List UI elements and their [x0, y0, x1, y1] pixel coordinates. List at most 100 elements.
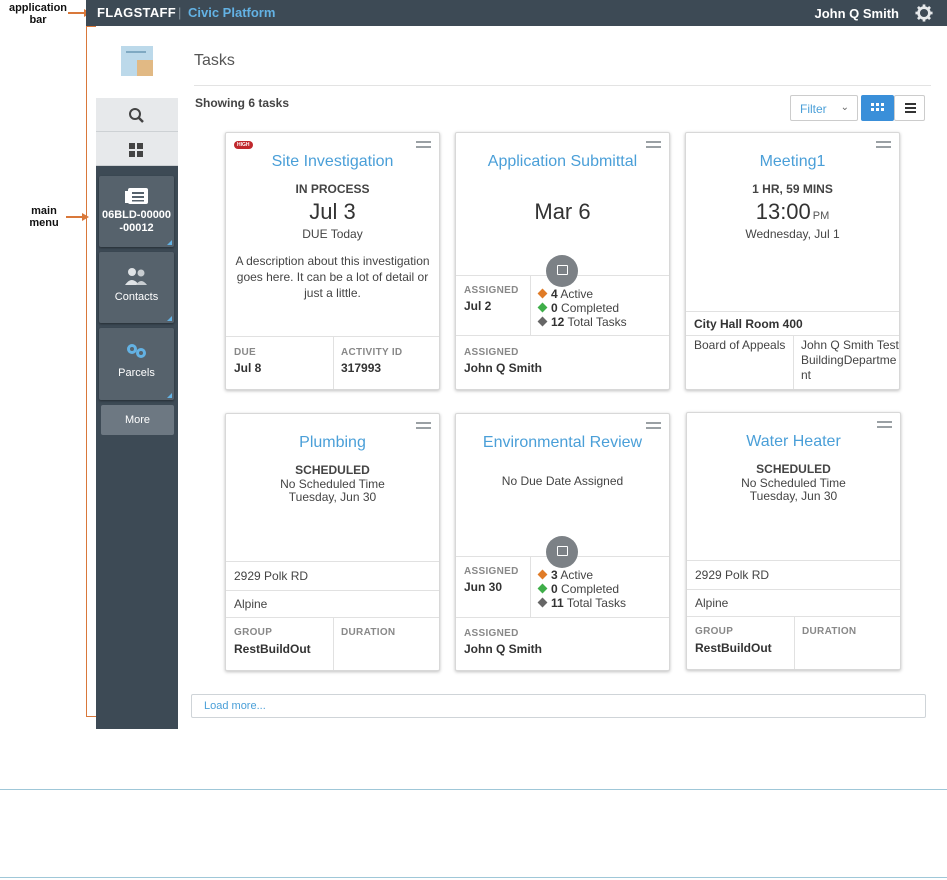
assignee-value: John Q Smith: [464, 361, 542, 375]
record-id: 06BLD-00000 -00012: [101, 209, 172, 234]
total-count: 11 Total Tasks: [537, 596, 626, 610]
card-title[interactable]: Meeting1: [686, 153, 899, 171]
user-menu[interactable]: John Q Smith: [815, 6, 900, 21]
assigned-date: Jun 30: [464, 580, 503, 594]
annotation-bracket: [86, 716, 96, 717]
card-title[interactable]: Application Submittal: [456, 153, 669, 171]
completed-icon: [537, 302, 548, 313]
card-divider: [530, 556, 531, 617]
page-title: Tasks: [194, 52, 235, 69]
activity-id-label: ACTIVITY ID: [341, 347, 403, 358]
active-icon: [537, 288, 548, 299]
card-title[interactable]: Plumbing: [226, 434, 439, 452]
chevron-down-icon: ⌄: [840, 102, 849, 113]
active-count: 3 Active: [537, 568, 593, 582]
app-logo[interactable]: [96, 26, 178, 98]
due-label: DUE: [234, 347, 257, 358]
brand-name: FLAGSTAFF: [97, 5, 176, 20]
card-divider: [333, 336, 334, 389]
divider: [0, 877, 947, 878]
card-divider: [456, 617, 669, 618]
priority-badge: HIGH: [234, 141, 253, 149]
card-title[interactable]: Environmental Review: [456, 434, 669, 452]
platform-name[interactable]: Civic Platform: [188, 5, 275, 20]
list-view-button[interactable]: [894, 95, 925, 121]
filter-label: Filter: [800, 102, 827, 116]
comment-icon[interactable]: [546, 536, 578, 568]
total-count: 12 Total Tasks: [537, 315, 627, 329]
card-description: A description about this investigation g…: [235, 254, 430, 300]
card-divider: [794, 616, 795, 669]
card-divider: [530, 275, 531, 335]
annotation-bracket: [86, 26, 87, 717]
card-menu-icon[interactable]: [646, 141, 661, 151]
card-divider: [793, 335, 794, 389]
meeting-day: Wednesday, Jul 1: [745, 227, 840, 241]
task-card-plumbing[interactable]: Plumbing SCHEDULED No Scheduled Time Tue…: [225, 413, 440, 671]
card-divider: [456, 335, 669, 336]
parcels-icon: [127, 344, 146, 358]
card-divider: [687, 560, 900, 561]
meeting-time: 13:00 PM: [755, 199, 830, 224]
group-value: RestBuildOut: [234, 642, 311, 656]
activity-id-value: 317993: [341, 361, 382, 375]
card-menu-icon[interactable]: [646, 422, 661, 432]
schedule-date: Tuesday, Jun 30: [288, 490, 377, 504]
task-card-meeting1[interactable]: Meeting1 1 HR, 59 MINS 13:00 PM Wednesday…: [685, 132, 900, 390]
load-more-button[interactable]: Load more...: [191, 694, 926, 718]
application-bar: FLAGSTAFF | Civic Platform John Q Smith: [86, 0, 947, 26]
completed-count: 0 Completed: [537, 582, 619, 596]
application-bar-annotation: application bar: [8, 2, 68, 26]
active-count: 4 Active: [537, 287, 593, 301]
card-title[interactable]: Site Investigation: [226, 153, 439, 171]
task-card-environmental-review[interactable]: Environmental Review No Due Date Assigne…: [455, 413, 670, 671]
parcels-tile[interactable]: Parcels: [99, 328, 174, 400]
card-divider: [686, 311, 899, 312]
card-status: IN PROCESS: [295, 182, 370, 196]
card-menu-icon[interactable]: [877, 421, 892, 431]
task-card-application-submittal[interactable]: Application Submittal Mar 6 ASSIGNED Jul…: [455, 132, 670, 390]
annotation-bracket: [86, 26, 96, 27]
card-status: SCHEDULED: [756, 462, 831, 476]
grid-view-button[interactable]: [861, 95, 894, 121]
schedule-date: Tuesday, Jun 30: [749, 489, 838, 503]
address: 2929 Polk RD: [234, 569, 309, 583]
completed-count: 0 Completed: [537, 301, 619, 315]
card-menu-icon[interactable]: [876, 141, 891, 151]
dashboard-tab[interactable]: [96, 132, 178, 166]
contacts-icon: [125, 268, 147, 285]
duration-label: DURATION: [802, 626, 857, 637]
group-label: GROUP: [234, 627, 273, 638]
card-menu-icon[interactable]: [416, 141, 431, 151]
contacts-label: Contacts: [114, 291, 159, 303]
assigned-date: Jul 2: [464, 299, 492, 313]
meeting-location: City Hall Room 400: [694, 317, 803, 331]
task-card-site-investigation[interactable]: HIGH Site Investigation IN PROCESS Jul 3…: [225, 132, 440, 390]
assignee-value: John Q Smith: [464, 642, 542, 656]
completed-icon: [537, 583, 548, 594]
task-card-water-heater[interactable]: Water Heater SCHEDULED No Scheduled Time…: [686, 412, 901, 670]
comment-icon[interactable]: [546, 255, 578, 287]
search-tab[interactable]: [96, 98, 178, 132]
due-date-status: No Due Date Assigned: [501, 474, 624, 488]
gear-icon[interactable]: [915, 4, 933, 22]
record-icon: [125, 188, 148, 204]
schedule-time: No Scheduled Time: [741, 476, 846, 490]
contacts-tile[interactable]: Contacts: [99, 252, 174, 323]
record-tile[interactable]: 06BLD-00000 -00012: [99, 176, 174, 247]
list-view-icon: [905, 103, 916, 113]
card-title[interactable]: Water Heater: [687, 433, 900, 451]
due-value: Jul 8: [234, 361, 262, 375]
main-menu-annotation: main menu: [29, 205, 59, 229]
assignee-label: ASSIGNED: [464, 628, 519, 639]
more-button[interactable]: More: [101, 405, 174, 435]
card-menu-icon[interactable]: [416, 422, 431, 432]
city: Alpine: [234, 597, 268, 611]
filter-dropdown[interactable]: Filter ⌄: [790, 95, 858, 121]
active-icon: [537, 569, 548, 580]
logo-icon: [121, 46, 153, 76]
title-divider: [194, 85, 931, 86]
task-count: Showing 6 tasks: [195, 96, 290, 110]
card-divider: [226, 590, 439, 591]
meeting-person: John Q Smith TestBuildingDepartment: [801, 338, 899, 382]
